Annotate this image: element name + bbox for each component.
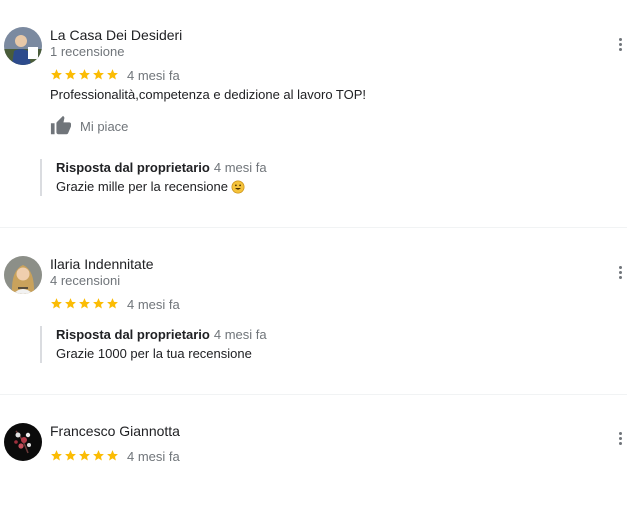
reply-text: Grazie 1000 per la tua recensione bbox=[56, 346, 252, 361]
smiling-face-emoji-icon bbox=[231, 180, 245, 194]
star-rating bbox=[50, 68, 119, 82]
star-icon bbox=[92, 449, 105, 462]
star-icon bbox=[64, 449, 77, 462]
more-options-icon[interactable] bbox=[612, 35, 627, 53]
like-label: Mi piace bbox=[80, 118, 129, 134]
divider bbox=[0, 227, 627, 228]
more-options-icon[interactable] bbox=[612, 429, 627, 447]
avatar[interactable] bbox=[4, 256, 42, 294]
reply-date: 4 mesi fa bbox=[213, 160, 267, 175]
more-options-icon[interactable] bbox=[612, 263, 627, 281]
reply-title: Risposta dal proprietario bbox=[56, 160, 210, 175]
owner-reply: Risposta dal proprietario 4 mesi fa Grazi… bbox=[40, 159, 576, 196]
star-icon bbox=[78, 68, 91, 81]
reviewer-name[interactable]: Francesco Giannotta bbox=[50, 423, 180, 439]
star-icon bbox=[50, 297, 63, 310]
divider bbox=[0, 394, 627, 395]
thumbs-up-icon bbox=[50, 115, 72, 135]
star-icon bbox=[106, 68, 119, 81]
star-icon bbox=[78, 297, 91, 310]
avatar[interactable] bbox=[4, 423, 42, 461]
like-button[interactable]: Mi piace bbox=[50, 115, 128, 137]
reply-title: Risposta dal proprietario bbox=[56, 327, 210, 342]
star-icon bbox=[78, 449, 91, 462]
star-icon bbox=[64, 297, 77, 310]
review-date: 4 mesi fa bbox=[127, 68, 180, 83]
reply-text: Grazie mille per la recensione bbox=[56, 179, 228, 194]
star-icon bbox=[92, 297, 105, 310]
star-rating bbox=[50, 449, 119, 463]
star-icon bbox=[50, 449, 63, 462]
star-rating bbox=[50, 297, 119, 311]
reviewer-name[interactable]: La Casa Dei Desideri bbox=[50, 27, 182, 43]
review-count: 4 recensioni bbox=[50, 273, 121, 288]
review-date: 4 mesi fa bbox=[127, 297, 180, 312]
star-icon bbox=[64, 68, 77, 81]
star-icon bbox=[50, 68, 63, 81]
review-text: Professionalità,competenza e dedizione a… bbox=[50, 87, 367, 102]
reviewer-name[interactable]: Ilaria Indennitate bbox=[50, 256, 154, 272]
review-count: 1 recensione bbox=[50, 44, 125, 59]
star-icon bbox=[106, 449, 119, 462]
avatar[interactable] bbox=[4, 27, 42, 65]
star-icon bbox=[106, 297, 119, 310]
reply-date: 4 mesi fa bbox=[213, 327, 267, 342]
star-icon bbox=[92, 68, 105, 81]
owner-reply: Risposta dal proprietario 4 mesi fa Grazi… bbox=[40, 326, 576, 363]
review-date: 4 mesi fa bbox=[127, 449, 180, 464]
